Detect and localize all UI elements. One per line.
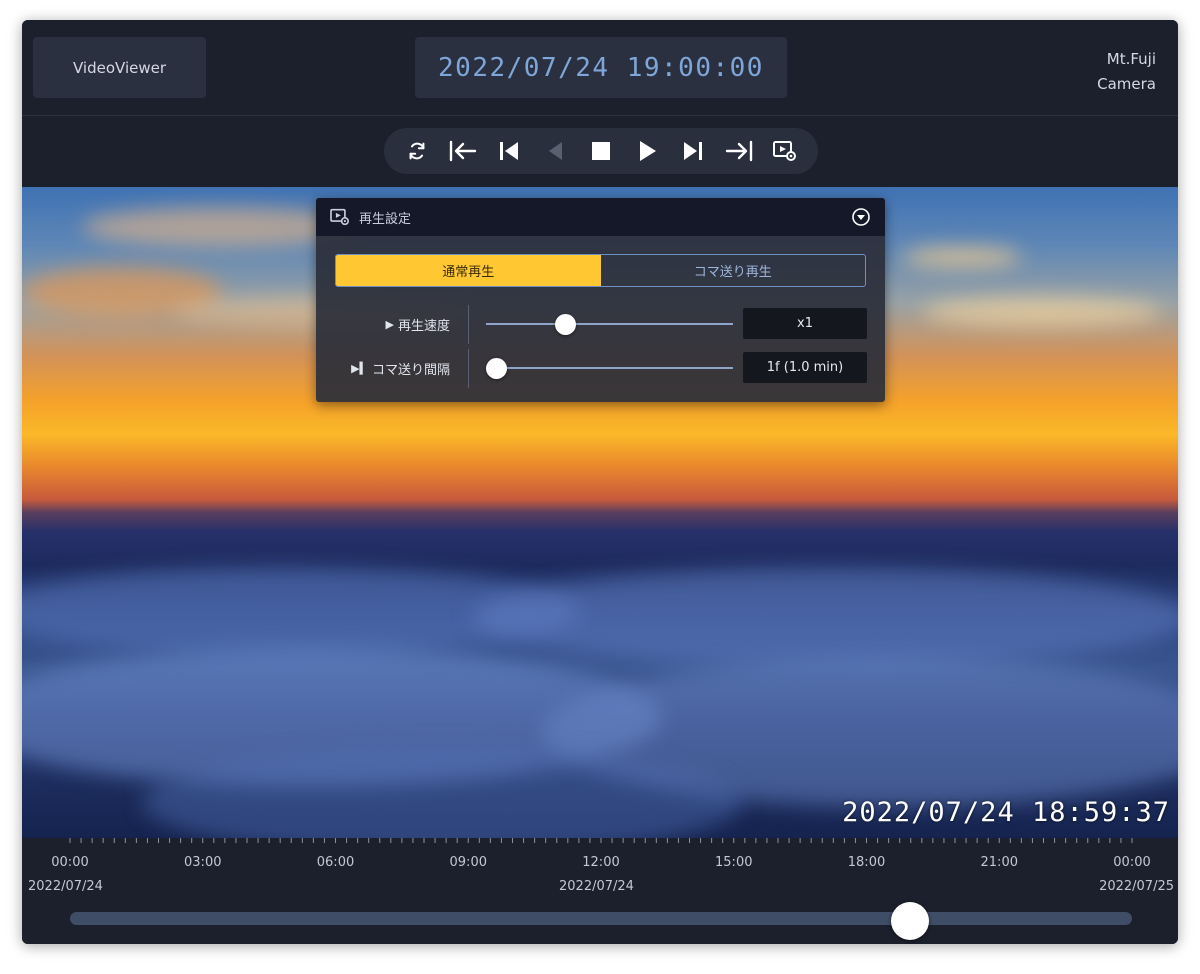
play-icon: ▶ <box>385 318 394 331</box>
loop-icon <box>409 142 425 160</box>
frame-interval-label-text: コマ送り間隔 <box>371 363 450 378</box>
play-button[interactable] <box>626 132 668 170</box>
jump-to-start-icon <box>449 140 477 162</box>
jump-to-end-icon <box>725 140 753 162</box>
panel-header: 再生設定 <box>316 198 885 236</box>
frame-interval-slider-track[interactable] <box>486 367 733 369</box>
timeline: 00:00 03:00 06:00 09:00 12:00 15:00 18:00 21:00… <box>22 838 1178 944</box>
chevron-circle-down-icon[interactable] <box>851 207 871 227</box>
timeline-time-label: 21:00 <box>980 855 1018 870</box>
timeline-time-label: 12:00 <box>582 855 620 870</box>
speed-label: ▶ 再生速度 <box>386 308 450 341</box>
camera-name-line2: Camera <box>1097 75 1156 93</box>
play-icon <box>640 141 656 161</box>
speed-slider-thumb[interactable] <box>555 314 577 335</box>
timeline-time-label: 09:00 <box>449 855 487 870</box>
playback-controls <box>384 128 818 174</box>
timeline-time-label: 06:00 <box>316 855 355 870</box>
timeline-ticks <box>69 838 1133 843</box>
divider <box>468 349 469 388</box>
stop-button[interactable] <box>580 132 622 170</box>
jump-to-start-button[interactable] <box>442 132 484 170</box>
cloud-wisp <box>902 247 1022 267</box>
timeline-scrubber-thumb[interactable] <box>891 902 930 940</box>
playback-settings-button[interactable] <box>764 132 806 170</box>
reverse-play-button[interactable] <box>534 132 576 170</box>
playback-toolbar <box>22 116 1178 187</box>
playback-mode-toggle: 通常再生 コマ送り再生 <box>335 254 866 287</box>
previous-frame-button[interactable] <box>488 132 530 170</box>
frame-interval-value: 1f (1.0 min) <box>743 352 867 383</box>
timeline-date-middle: 2022/07/24 <box>559 879 634 894</box>
camera-name-line1: Mt.Fuji <box>1106 50 1156 68</box>
camera-name: Mt.Fuji Camera <box>1097 47 1156 97</box>
playback-settings-panel: 再生設定 通常再生 コマ送り再生 ▶ 再生速度 x1 ▶▍ コマ送り間隔 1f … <box>316 198 885 402</box>
skip-back-icon <box>500 142 518 160</box>
video-viewer-app: VideoViewer 2022/07/24 19:00:00 Mt.Fuji … <box>22 20 1178 944</box>
speed-slider-track[interactable] <box>486 323 733 325</box>
cloud-wisp <box>922 297 1162 327</box>
cloud-bank <box>472 567 1178 667</box>
timeline-time-label: 15:00 <box>715 855 753 870</box>
timeline-date-start: 2022/07/24 <box>28 879 103 894</box>
timeline-time-label: 00:00 <box>51 855 89 870</box>
timeline-time-label: 18:00 <box>847 855 886 870</box>
divider <box>468 305 469 344</box>
mode-normal-playback[interactable]: 通常再生 <box>336 255 601 286</box>
play-reverse-icon <box>549 142 562 160</box>
frame-interval-slider-thumb[interactable] <box>486 358 507 379</box>
timeline-time-label: 00:00 <box>1113 855 1151 870</box>
mode-frame-by-frame-playback[interactable]: コマ送り再生 <box>601 255 866 286</box>
speed-label-text: 再生速度 <box>397 319 450 334</box>
speed-row: ▶ 再生速度 x1 <box>316 305 885 344</box>
stop-icon <box>592 142 610 160</box>
video-timestamp: 2022/07/24 18:59:37 <box>842 797 1170 828</box>
speed-value: x1 <box>743 308 867 339</box>
next-frame-button[interactable] <box>672 132 714 170</box>
playback-settings-icon <box>773 141 796 161</box>
jump-to-end-button[interactable] <box>718 132 760 170</box>
skip-forward-icon <box>684 142 702 160</box>
timeline-date-end: 2022/07/25 <box>1099 879 1174 894</box>
frame-interval-label: ▶▍ コマ送り間隔 <box>351 352 450 385</box>
header: VideoViewer 2022/07/24 19:00:00 Mt.Fuji … <box>22 20 1178 116</box>
timeline-time-label: 03:00 <box>184 855 222 870</box>
playback-settings-icon <box>330 208 349 226</box>
current-datetime: 2022/07/24 19:00:00 <box>415 37 787 98</box>
loop-button[interactable] <box>396 132 438 170</box>
frame-interval-row: ▶▍ コマ送り間隔 1f (1.0 min) <box>316 349 885 388</box>
panel-title: 再生設定 <box>359 211 412 227</box>
skip-forward-icon: ▶▍ <box>351 362 368 375</box>
app-title[interactable]: VideoViewer <box>33 37 206 98</box>
timeline-scrubber-track[interactable] <box>70 912 1132 925</box>
